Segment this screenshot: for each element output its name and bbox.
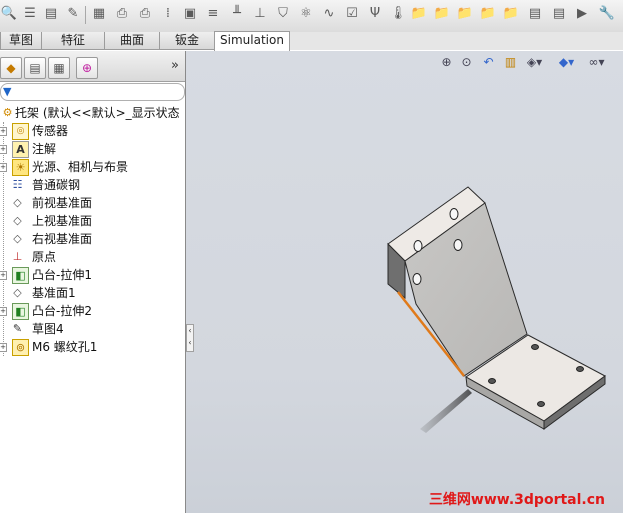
tab-surfaces[interactable]: 曲面 — [104, 32, 160, 50]
hole — [576, 366, 584, 372]
molecule-icon[interactable]: ⚛ — [297, 4, 315, 24]
thermometer-icon[interactable]: 🌡 — [389, 4, 407, 24]
shield-icon[interactable]: ⛉ — [274, 4, 292, 24]
origin-icon: ⊥ — [12, 250, 23, 263]
ground-shadow — [420, 389, 472, 433]
expand-icon[interactable]: + — [0, 343, 7, 352]
bars-icon[interactable]: ≡ — [204, 4, 222, 24]
filter-icon: ▼ — [3, 85, 12, 98]
print-icon[interactable]: ⎙ — [113, 4, 131, 24]
curve-icon[interactable]: ∿ — [320, 4, 338, 24]
hole — [453, 239, 463, 251]
feature-tree-tab-icon[interactable]: ◆ — [0, 57, 22, 79]
extrude-icon: ◧ — [12, 267, 29, 284]
printer-icon[interactable]: ⎙ — [136, 4, 154, 24]
bracket-model[interactable] — [186, 51, 623, 513]
plane-icon: ◇ — [13, 286, 22, 299]
hole — [412, 273, 422, 285]
configuration-manager-tab-icon[interactable]: ▦ — [48, 57, 70, 79]
expand-icon[interactable]: + — [0, 127, 7, 136]
hole — [531, 344, 539, 350]
dimxpert-tab-icon[interactable]: ⊕ — [76, 57, 98, 79]
baseline-icon[interactable]: ⊥ — [251, 4, 269, 24]
annotation-icon: A — [12, 141, 29, 158]
tab-simulation[interactable]: Simulation — [214, 31, 290, 53]
plane-icon: ◇ — [13, 196, 22, 209]
column-icon[interactable]: ⁞ — [159, 4, 177, 24]
property-manager-tab-icon[interactable]: ▤ — [24, 57, 46, 79]
expand-icon[interactable]: + — [0, 271, 7, 280]
part-icon: ⚙ — [2, 106, 13, 119]
grid-icon[interactable]: ▦ — [90, 4, 108, 24]
hole — [413, 240, 423, 252]
folder-view-icon[interactable]: 📁 — [456, 4, 474, 24]
plane-icon: ◇ — [13, 214, 22, 227]
fork-icon[interactable]: Ψ — [366, 4, 384, 24]
material-icon: ☷ — [12, 178, 23, 191]
expand-icon[interactable]: + — [0, 163, 7, 172]
feature-manager-tabs: ◆ ▤ ▦ ⊕ » — [0, 51, 185, 82]
folder-edit-icon[interactable]: 📁 — [433, 4, 451, 24]
folder-icon[interactable]: 📁 — [410, 4, 428, 24]
lights-icon: ☀ — [12, 159, 29, 176]
sensor-icon: ◎ — [12, 123, 29, 140]
feature-tree-filter[interactable]: ▼ — [0, 83, 185, 101]
expand-icon[interactable]: + — [0, 145, 7, 154]
hole-icon: ⊚ — [12, 339, 29, 356]
main-toolbar: 🔍 ☰ ▤ ✎ ▦ ⎙ ⎙ ⁞ ▣ ≡ ╨ ⊥ ⛉ ⚛ ∿ ☑ Ψ 🌡 📁 📁 … — [0, 0, 623, 33]
tab-sheet-metal[interactable]: 钣金 — [159, 32, 215, 50]
command-manager-tabs: 草图 特征 曲面 钣金 Simulation — [0, 31, 623, 53]
extrude-icon: ◧ — [12, 303, 29, 320]
play-icon[interactable]: ▶ — [573, 4, 591, 24]
tab-sketch[interactable]: 草图 — [0, 32, 42, 50]
hole — [449, 208, 459, 220]
feature-manager-panel: ◆ ▤ ▦ ⊕ » ▼ ⚙ 托架 (默认<<默认>_显示状态 + ◎ 传感器 +… — [0, 51, 186, 513]
folder-check-icon[interactable]: 📁 — [502, 4, 520, 24]
doc-play-icon[interactable]: ▤ — [526, 4, 544, 24]
graphics-viewport[interactable]: ⊕ ⊙ ↶ ▥ ◈▾ ◆▾ ∞▾ ‹ ‹ 三维网www.3dportal.cn — [186, 51, 623, 513]
hole — [537, 401, 545, 407]
sketch-icon: ✎ — [12, 322, 23, 335]
list-icon[interactable]: ☰ — [21, 4, 39, 24]
folder-plus-icon[interactable]: 📁 — [479, 4, 497, 24]
table-icon[interactable]: ▣ — [181, 4, 199, 24]
ruler-icon[interactable]: ╨ — [228, 4, 246, 24]
more-tabs-icon[interactable]: » — [171, 58, 179, 73]
plane-icon: ◇ — [13, 232, 22, 245]
tab-features[interactable]: 特征 — [41, 32, 105, 50]
expand-icon[interactable]: + — [0, 307, 7, 316]
zoom-icon[interactable]: 🔍 — [0, 4, 18, 24]
doc-stack-icon[interactable]: ▤ — [42, 4, 60, 24]
hole — [488, 378, 496, 384]
checklist-icon[interactable]: ☑ — [343, 4, 361, 24]
doc-edit-icon[interactable]: ▤ — [550, 4, 568, 24]
tree-item-part[interactable]: ⚙ 托架 (默认<<默认>_显示状态 — [0, 104, 185, 122]
watermark: 三维网www.3dportal.cn — [428, 492, 605, 508]
edit-doc-icon[interactable]: ✎ — [64, 4, 82, 24]
wrench-icon[interactable]: 🔧 — [598, 4, 616, 24]
